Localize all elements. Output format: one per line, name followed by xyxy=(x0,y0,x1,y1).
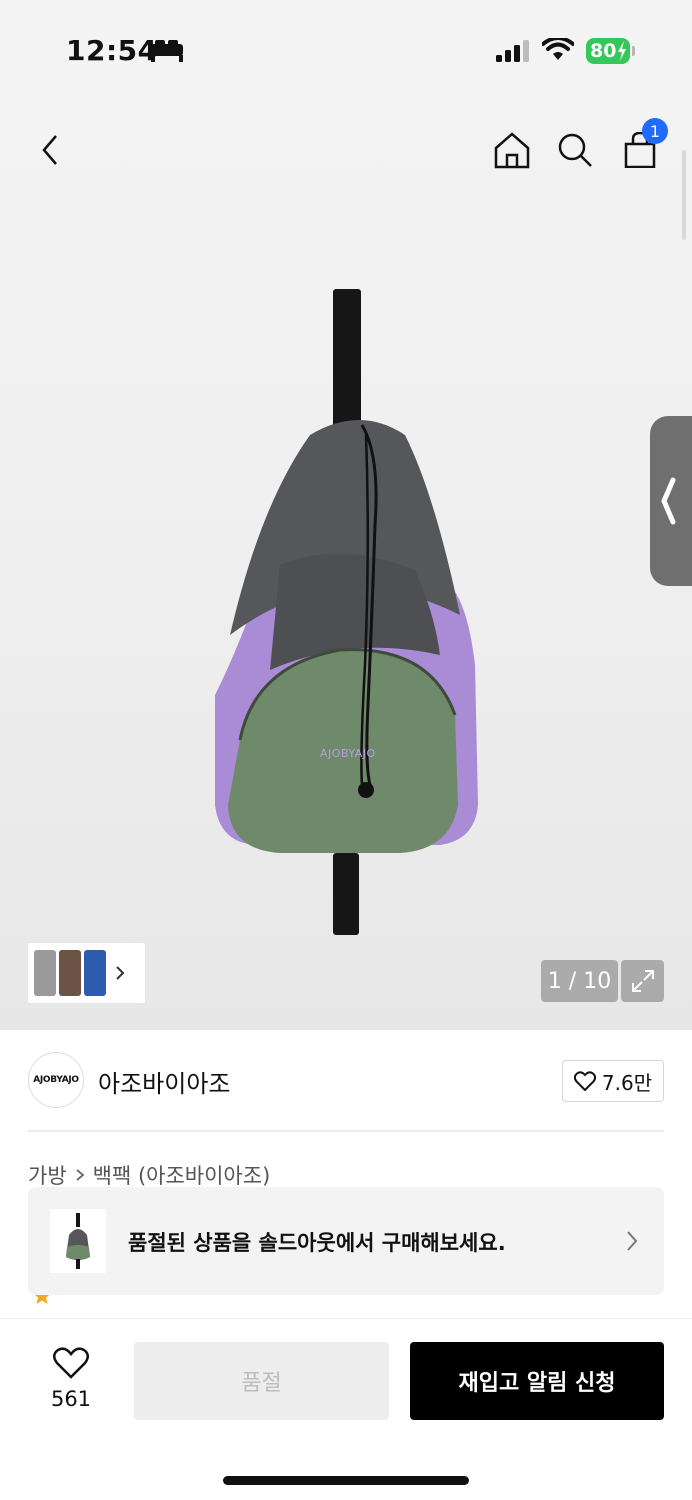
product-like-button[interactable]: 561 xyxy=(36,1347,106,1411)
battery-charging-icon: 80 xyxy=(586,38,630,64)
expand-icon xyxy=(631,970,654,992)
backpack-thumbnail-icon xyxy=(66,1213,90,1269)
home-icon xyxy=(494,132,530,169)
heart-icon xyxy=(53,1347,89,1379)
side-drawer-handle[interactable] xyxy=(650,416,692,586)
brand-row: AJOBYAJO 아조바이아조 7.6만 xyxy=(28,1052,664,1110)
wifi-icon xyxy=(542,38,574,60)
product-image-backpack[interactable]: AJOBYAJO xyxy=(200,285,490,945)
banner-product-thumbnail xyxy=(50,1209,106,1273)
soldout-button: 품절 xyxy=(134,1342,389,1420)
breadcrumb: 가방 백팩 (아조바이아조) xyxy=(28,1160,270,1190)
search-icon xyxy=(558,133,592,167)
signal-icon xyxy=(496,40,529,62)
bolt-icon xyxy=(618,41,626,61)
color-variant-thumbnails[interactable] xyxy=(28,943,145,1003)
search-button[interactable] xyxy=(553,128,597,172)
product-like-count: 561 xyxy=(50,1387,92,1411)
bed-icon xyxy=(151,40,183,62)
back-button[interactable] xyxy=(28,128,72,172)
banner-text: 품절된 상품을 솔드아웃에서 구매해보세요. xyxy=(128,1231,506,1255)
top-navigation: 1 xyxy=(0,110,692,190)
bottom-action-bar: 561 품절 재입고 알림 신청 xyxy=(0,1318,692,1500)
breadcrumb-subcategory[interactable]: 백팩 (아조바이아조) xyxy=(93,1160,271,1190)
chevron-left-icon xyxy=(661,477,676,525)
status-bar: 12:54 80 xyxy=(0,0,692,100)
brand-logo[interactable]: AJOBYAJO xyxy=(28,1052,84,1108)
chevron-right-icon xyxy=(76,1169,85,1181)
thumbnail-blue[interactable] xyxy=(84,950,106,996)
bag-logo-text: AJOBYAJO xyxy=(320,747,376,760)
cart-count-badge: 1 xyxy=(642,118,668,144)
image-counter-text: 1 / 10 xyxy=(547,968,612,994)
battery-level: 80 xyxy=(590,40,617,62)
cart-button[interactable]: 1 xyxy=(618,118,668,172)
chevron-right-icon xyxy=(627,1231,638,1251)
brand-logo-text: AJOBYAJO xyxy=(33,1075,79,1085)
back-chevron-icon xyxy=(42,135,57,165)
brand-name[interactable]: 아조바이아조 xyxy=(98,1064,230,1099)
soldout-market-banner[interactable]: 품절된 상품을 솔드아웃에서 구매해보세요. xyxy=(28,1187,664,1295)
home-button[interactable] xyxy=(490,128,534,172)
chevron-right-icon xyxy=(116,966,125,980)
breadcrumb-category[interactable]: 가방 xyxy=(28,1160,67,1190)
restock-alert-button[interactable]: 재입고 알림 신청 xyxy=(410,1342,664,1420)
home-indicator[interactable] xyxy=(223,1476,469,1485)
battery-cap xyxy=(632,46,635,56)
image-counter: 1 / 10 xyxy=(541,960,618,1002)
thumbnail-brown[interactable] xyxy=(59,950,81,996)
brand-like-button[interactable]: 7.6만 xyxy=(562,1060,664,1102)
heart-icon xyxy=(573,1071,596,1091)
status-time: 12:54 xyxy=(66,34,158,67)
brand-like-count: 7.6만 xyxy=(601,1070,653,1095)
expand-image-button[interactable] xyxy=(621,960,664,1002)
thumbnail-grey[interactable] xyxy=(34,950,56,996)
section-divider xyxy=(28,1130,664,1132)
